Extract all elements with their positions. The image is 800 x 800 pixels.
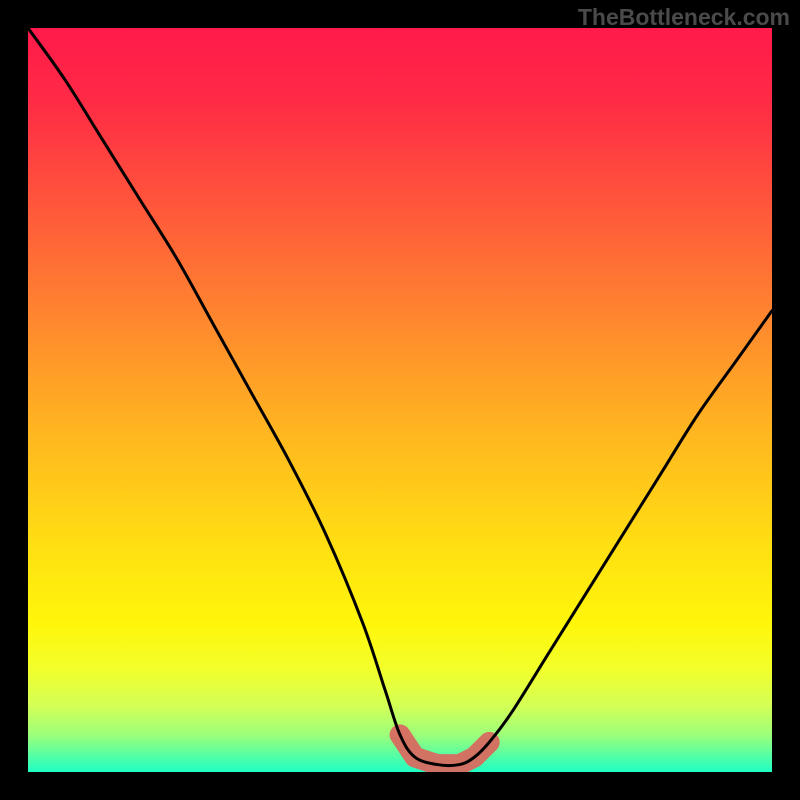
attribution-watermark: TheBottleneck.com: [578, 4, 790, 31]
bottleneck-curve: [28, 28, 772, 772]
chart-frame: TheBottleneck.com: [0, 0, 800, 800]
plot-area: [28, 28, 772, 772]
